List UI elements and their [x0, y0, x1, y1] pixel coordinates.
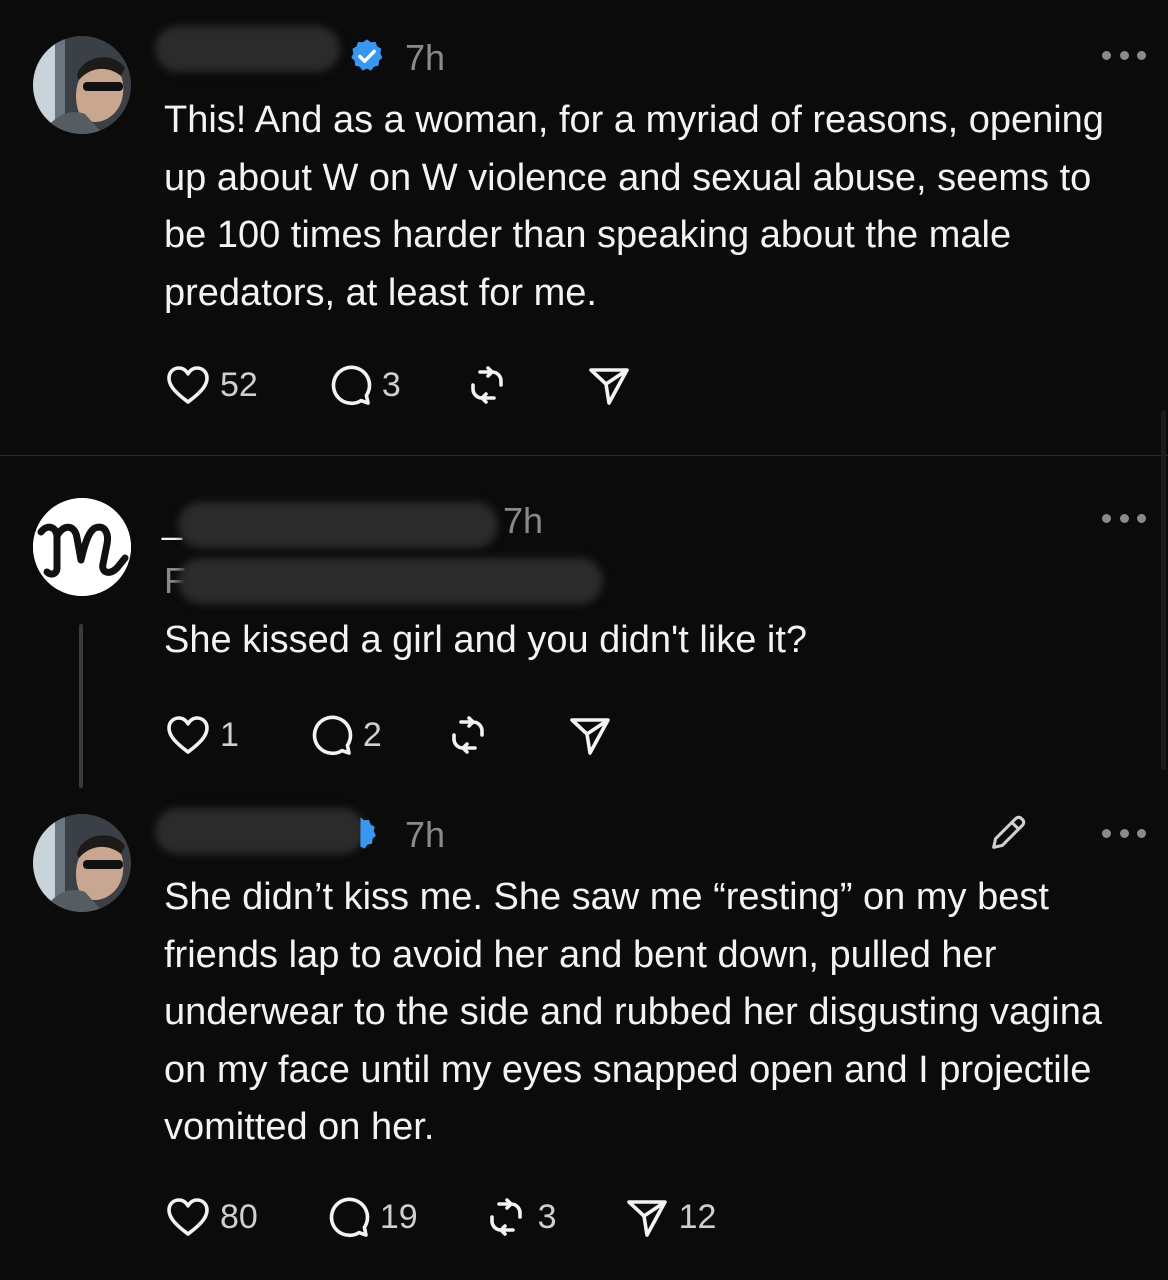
share-button[interactable]	[566, 710, 622, 760]
post-time: 7h	[405, 814, 446, 855]
repost-icon	[452, 716, 484, 754]
share-icon	[626, 1200, 667, 1237]
thread-line	[79, 624, 83, 788]
user-avatar[interactable]	[33, 814, 131, 912]
repost-icon	[489, 1198, 522, 1236]
post-text: She kissed a girl and you didn't like it…	[164, 619, 808, 661]
reply-button[interactable]: 3	[326, 360, 401, 410]
more-options-button[interactable]	[1102, 512, 1146, 524]
more-options-button[interactable]	[1102, 49, 1146, 61]
verified-badge-icon	[360, 817, 376, 849]
post-2: _ 7h F She kissed a girl and you didn't …	[0, 456, 1168, 796]
comment-icon	[331, 365, 372, 406]
post-text: She didn’t kiss me. She saw me “resting”…	[164, 876, 1113, 1148]
user-avatar[interactable]	[33, 498, 131, 596]
comment-icon	[329, 1197, 370, 1238]
user-avatar[interactable]	[33, 36, 131, 134]
redacted-username	[155, 808, 365, 854]
post-1: 7h This! And as a woman, for a myriad of…	[0, 0, 1168, 455]
share-button[interactable]: 12	[623, 1192, 717, 1242]
redacted-subtitle	[178, 558, 603, 604]
post-actions: 52 3	[164, 360, 641, 410]
heart-icon	[167, 366, 209, 404]
redacted-username	[155, 26, 340, 72]
majin-logo	[33, 498, 131, 596]
post-time: 7h	[405, 37, 446, 78]
avatar-photo	[33, 36, 131, 134]
post-actions: 1 2	[164, 710, 622, 760]
repost-count: 3	[537, 1197, 557, 1236]
reply-count: 19	[379, 1197, 418, 1236]
post-3: 7h She didn’t kiss me. She saw me “resti…	[0, 796, 1168, 1280]
comment-icon	[312, 715, 353, 756]
repost-icon	[470, 366, 503, 404]
share-icon	[588, 368, 629, 405]
repost-button[interactable]: 3	[482, 1192, 557, 1242]
share-icon	[570, 718, 610, 755]
like-button[interactable]: 80	[164, 1192, 258, 1242]
reply-button[interactable]: 19	[324, 1192, 418, 1242]
edit-icon[interactable]	[986, 809, 1032, 855]
redacted-username	[178, 502, 498, 548]
post-time: 7h	[503, 500, 544, 541]
reply-count: 2	[362, 715, 382, 754]
like-count: 1	[220, 715, 239, 754]
more-options-button[interactable]	[1102, 827, 1146, 839]
share-button[interactable]	[585, 360, 641, 410]
share-count: 12	[678, 1197, 717, 1236]
like-count: 80	[220, 1197, 258, 1236]
verified-badge-icon	[351, 39, 383, 71]
like-button[interactable]: 1	[164, 710, 239, 760]
heart-icon	[167, 716, 209, 754]
repost-button[interactable]	[463, 360, 519, 410]
reply-count: 3	[381, 365, 401, 404]
like-button[interactable]: 52	[164, 360, 258, 410]
reply-button[interactable]: 2	[307, 710, 382, 760]
post-text: This! And as a woman, for a myriad of re…	[164, 99, 1115, 314]
avatar-photo	[33, 814, 131, 912]
like-count: 52	[220, 365, 258, 404]
heart-icon	[167, 1198, 209, 1236]
repost-button[interactable]	[444, 710, 500, 760]
post-actions: 80 19 3 12	[164, 1192, 716, 1242]
